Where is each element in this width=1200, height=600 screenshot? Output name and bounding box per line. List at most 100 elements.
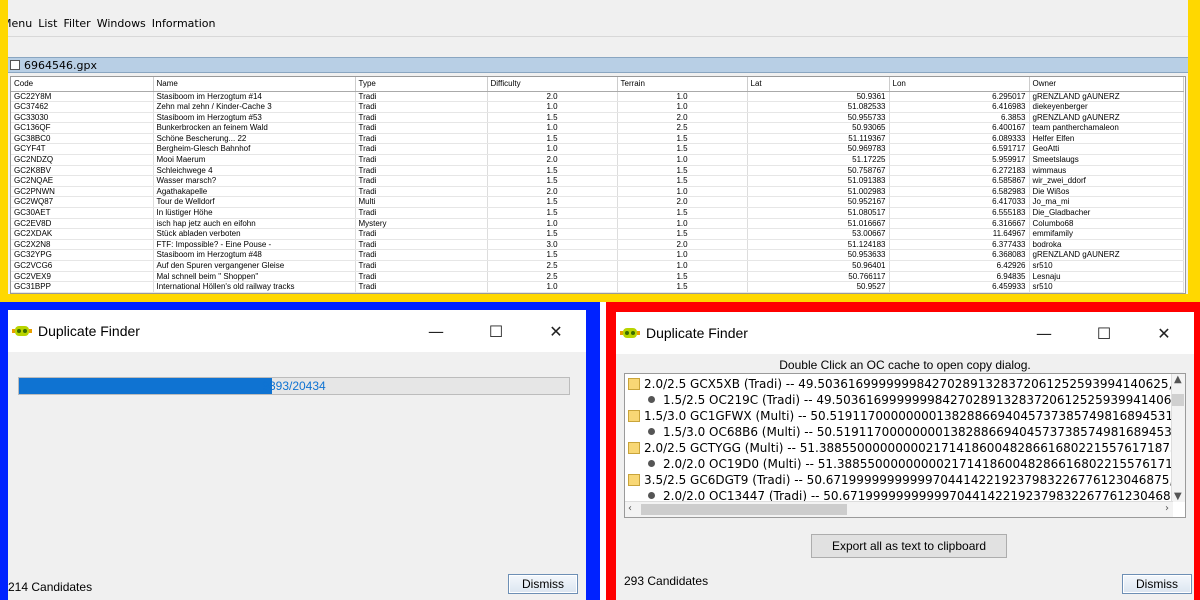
tree-group-row[interactable]: 2.0/2.5 GCTYGG (Multi) -- 51.38855000000… (628, 440, 1186, 457)
table-row[interactable]: GC2VCG6 Auf den Spuren vergangener Gleise… (11, 260, 1184, 272)
table-cell: GC2EV8D (11, 218, 154, 230)
right-panel-border: Duplicate Finder — ☐ ✕ Double Click an O… (606, 302, 1200, 600)
table-row[interactable]: GC31BPP International Höllen's old railwa… (11, 281, 1184, 293)
table-row[interactable]: GC2QBJX#5 Rund um WeilerswistTradi1.51.5… (11, 292, 1184, 293)
close-icon[interactable]: ✕ (1134, 312, 1194, 354)
tree-leaf-row[interactable]: 2.0/2.0 OC19D0 (Multi) -- 51.38855000000… (648, 456, 1185, 473)
horizontal-scroll-thumb[interactable] (641, 504, 847, 515)
table-row[interactable]: GC2PNWN Agathakapelle Tradi 2.0 1.0 51.002983… (11, 186, 1184, 198)
dismiss-button[interactable]: Dismiss (1122, 574, 1192, 594)
table-cell: gRENZLAND gAUNERZ (1029, 249, 1184, 261)
folder-icon (628, 410, 640, 422)
table-cell: Schleichwege 4 (153, 165, 356, 177)
maximize-icon[interactable]: ☐ (1074, 312, 1134, 354)
tree-group-row[interactable]: 2.0/2.5 GCX5XB (Tradi) -- 49.50361699999… (628, 376, 1185, 393)
table-cell: sr510 (1029, 260, 1184, 272)
table-cell: GC33030 (11, 112, 154, 124)
table-cell: 5.959917 (889, 154, 1030, 166)
column-header[interactable]: Code (11, 77, 154, 92)
table-cell: Bergheim-Glesch Bahnhof (153, 143, 356, 156)
minimize-icon[interactable]: — (1014, 312, 1074, 354)
table-cell: 50.766117 (747, 271, 890, 283)
table-cell: 2.0 (617, 196, 748, 209)
table-cell: GC2WQ87 (11, 196, 154, 209)
table-row[interactable]: GC136QF Bunkerbrocken an feinem Wald Tradi… (11, 122, 1184, 134)
table-cell: Tradi (355, 186, 488, 198)
table-row[interactable]: GC38BC0 Schöne Bescherung... 22 Tradi 1.5 1.… (11, 133, 1184, 145)
table-row[interactable]: GC2X2N8 FTF: Impossible? - Eine Pouse - Tr… (11, 239, 1184, 251)
window-controls: — ☐ ✕ (1014, 312, 1194, 354)
close-icon[interactable]: ✕ (526, 310, 586, 352)
tree-group-row[interactable]: 3.5/2.5 GC6DGT9 (Tradi) -- 50.6719999999… (628, 472, 1185, 489)
table-cell: gRENZLAND gAUNERZ (1029, 91, 1184, 103)
dialog-titlebar[interactable]: Duplicate Finder — ☐ ✕ (616, 312, 1194, 354)
vertical-scrollbar[interactable]: ▲ ▼ (1171, 374, 1185, 502)
duplicate-tree[interactable]: 2.0/2.5 GCX5XB (Tradi) -- 49.50361699999… (624, 373, 1186, 518)
tree-leaf-row[interactable]: 1.5/2.5 OC219C (Tradi) -- 49.50361699999… (648, 392, 1185, 409)
column-header[interactable]: Owner (1029, 77, 1184, 92)
table-cell: 2.0 (487, 91, 618, 103)
horizontal-scrollbar[interactable]: ‹ › (625, 501, 1173, 517)
table-row[interactable]: GC22Y8M Stasiboom im Herzogtum #14 Tradi 2.… (11, 91, 1184, 103)
tree-leaf-row[interactable]: 1.5/3.0 OC68B6 (Multi) -- 50.51911700000… (648, 424, 1185, 441)
progress-bar: 9393/20434 (18, 377, 570, 395)
dialog-titlebar[interactable]: Duplicate Finder — ☐ ✕ (8, 310, 586, 352)
table-cell: 2.5 (487, 271, 618, 283)
table-cell: 6.416983 (889, 101, 1030, 113)
menu-item-menu[interactable]: Menu (8, 14, 32, 34)
table-cell: Die_Gladbacher (1029, 207, 1184, 219)
table-cell: GCYF4T (11, 143, 154, 156)
table-row[interactable]: GC2K8BV Schleichwege 4 Tradi 1.5 1.5 50.75876… (11, 165, 1184, 177)
menu-item-information[interactable]: Information (152, 14, 216, 34)
candidates-count: 214 Candidates (8, 580, 93, 594)
table-cell: 2.0 (487, 186, 618, 198)
table-row[interactable]: GCYF4T Bergheim-Glesch Bahnhof Tradi 1.0 1.5… (11, 143, 1184, 156)
tree-group-row[interactable]: 1.5/3.0 GC1GFWX (Multi) -- 50.5191170000… (628, 408, 1185, 425)
candidates-count: 293 Candidates (624, 574, 709, 588)
table-cell: sr510 (1029, 281, 1184, 293)
column-header[interactable]: Lat (747, 77, 890, 92)
cache-logo-icon (12, 326, 32, 336)
table-row[interactable]: GC32YPG Stasiboom im Herzogtum #48 Tradi 1.… (11, 249, 1184, 261)
table-row[interactable]: GC2VEX9 Mal schnell beim " Shoppen" Tradi 2… (11, 271, 1184, 283)
scroll-right-icon[interactable]: › (1165, 503, 1169, 514)
table-cell: 50.969783 (747, 143, 890, 156)
export-clipboard-button[interactable]: Export all as text to clipboard (811, 534, 1007, 558)
document-titlebar[interactable]: 6964546.gpx (8, 57, 1188, 73)
table-row[interactable]: GC2NDZQ Mooi Maerum Tradi 2.0 1.0 51.17225 5.9… (11, 154, 1184, 166)
scroll-up-icon[interactable]: ▲ (1174, 374, 1182, 385)
minimize-icon[interactable]: — (406, 310, 466, 352)
scroll-left-icon[interactable]: ‹ (628, 503, 632, 514)
column-header[interactable]: Lon (889, 77, 1030, 92)
column-header[interactable]: Name (153, 77, 356, 92)
table-cell: GC31BPP (11, 281, 154, 293)
table-cell: 50.758767 (747, 165, 890, 177)
dismiss-button[interactable]: Dismiss (508, 574, 578, 594)
table-row[interactable]: GC2EV8D isch hap jetz auch en eifohn Myste… (11, 218, 1184, 230)
table-cell: Die Wißos (1029, 186, 1184, 198)
table-cell: wimmaus (1029, 165, 1184, 177)
menu-item-list[interactable]: List (38, 14, 57, 34)
table-row[interactable]: GC33030 Stasiboom im Herzogtum #53 Tradi 1.… (11, 112, 1184, 124)
column-header[interactable]: Terrain (617, 77, 748, 92)
menu-item-filter[interactable]: Filter (63, 14, 90, 34)
vertical-scroll-thumb[interactable] (1172, 394, 1184, 406)
column-header[interactable]: Type (355, 77, 488, 92)
table-cell: 50.9361 (747, 91, 890, 103)
tree-row-label: 2.0/2.5 GCTYGG (Multi) -- 51.38855000000… (644, 441, 1186, 455)
table-row[interactable]: GC2XDAK Stück abladen verboten Tradi 1.5 1.5… (11, 228, 1184, 240)
maximize-icon[interactable]: ☐ (466, 310, 526, 352)
table-cell: 1.5 (487, 165, 618, 177)
table-cell: 1.5 (487, 175, 618, 187)
table-row[interactable]: GC2WQ87 Tour de Welldorf Multi 1.5 2.0 50.952… (11, 196, 1184, 209)
table-cell: GC2QBJX (11, 292, 154, 293)
table-cell: GeoAtti (1029, 143, 1184, 156)
menu-item-windows[interactable]: Windows (97, 14, 146, 34)
table-row[interactable]: GC2NQAE Wasser marsch? Tradi 1.5 1.5 51.09138… (11, 175, 1184, 187)
dialog-title: Duplicate Finder (646, 325, 748, 341)
scroll-down-icon[interactable]: ▼ (1174, 491, 1182, 502)
table-row[interactable]: GC30AET In lüstiger Höhe Tradi 1.5 1.5 51.080… (11, 207, 1184, 219)
table-row[interactable]: GC37462 Zehn mal zehn / Kinder-Cache 3 Tra… (11, 101, 1184, 113)
column-header[interactable]: Difficulty (487, 77, 618, 92)
table-cell: Tradi (355, 112, 488, 124)
